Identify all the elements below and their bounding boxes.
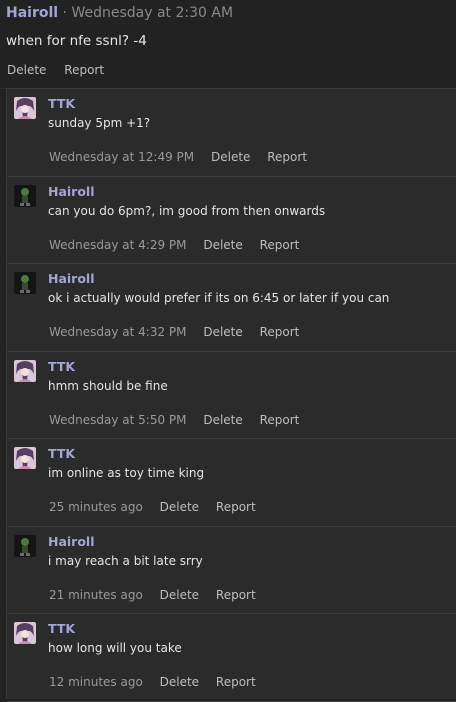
post-body: when for nfe ssnl? -4 — [6, 33, 147, 49]
comment-meta: Wednesday at 5:50 PM Delete Report — [49, 413, 299, 427]
comment-author[interactable]: Hairoll — [48, 534, 95, 549]
comment-text: ok i actually would prefer if its on 6:4… — [48, 291, 390, 305]
comment-list: TTK sunday 5pm +1? Wednesday at 12:49 PM… — [6, 88, 456, 702]
comment-delete-button[interactable]: Delete — [160, 675, 199, 689]
comment-text: sunday 5pm +1? — [48, 116, 151, 130]
comment-delete-button[interactable]: Delete — [211, 150, 250, 164]
comment-item: Hairoll i may reach a bit late srry 21 m… — [7, 527, 456, 614]
post-header: Hairoll · Wednesday at 2:30 AM — [6, 5, 233, 21]
comment-author[interactable]: TTK — [48, 359, 75, 374]
avatar-hairoll[interactable] — [14, 534, 36, 557]
comment-meta: Wednesday at 12:49 PM Delete Report — [49, 150, 307, 164]
comment-report-button[interactable]: Report — [260, 238, 300, 252]
comment-author[interactable]: TTK — [48, 446, 75, 461]
comment-author[interactable]: TTK — [48, 96, 75, 111]
comment-text: i may reach a bit late srry — [48, 553, 203, 568]
comment-report-button[interactable]: Report — [260, 325, 300, 339]
comment-item: TTK im online as toy time king 25 minute… — [7, 439, 456, 527]
post-actions: Delete Report — [7, 63, 118, 77]
comment-meta: Wednesday at 4:29 PM Delete Report — [49, 238, 299, 252]
comment-meta: 25 minutes ago Delete Report — [49, 500, 256, 514]
avatar-ttk[interactable] — [14, 447, 36, 469]
comment-report-button[interactable]: Report — [260, 413, 300, 427]
avatar-hairoll[interactable] — [14, 272, 36, 294]
avatar-ttk[interactable] — [14, 359, 36, 382]
comment-meta: 21 minutes ago Delete Report — [49, 588, 256, 602]
comment-delete-button[interactable]: Delete — [203, 238, 242, 252]
post-delete-button[interactable]: Delete — [7, 63, 46, 77]
comment-author[interactable]: TTK — [48, 621, 75, 636]
comment-author[interactable]: Hairoll — [48, 271, 95, 286]
avatar-ttk[interactable] — [14, 622, 36, 644]
comment-item: TTK sunday 5pm +1? Wednesday at 12:49 PM… — [7, 89, 456, 177]
post-author[interactable]: Hairoll — [6, 5, 58, 21]
comment-meta: Wednesday at 4:32 PM Delete Report — [49, 325, 299, 339]
comment-text: hmm should be fine — [48, 378, 168, 393]
comment-item: TTK how long will you take 12 minutes ag… — [7, 614, 456, 702]
post-report-button[interactable]: Report — [64, 63, 104, 77]
comment-time[interactable]: Wednesday at 4:29 PM — [49, 238, 187, 252]
comment-text: how long will you take — [48, 641, 182, 655]
main-post: Hairoll · Wednesday at 2:30 AM when for … — [0, 0, 456, 89]
comment-report-button[interactable]: Report — [216, 675, 256, 689]
comment-item: Hairoll ok i actually would prefer if it… — [7, 264, 456, 352]
post-separator: · — [62, 5, 67, 21]
comment-delete-button[interactable]: Delete — [203, 413, 242, 427]
comment-report-button[interactable]: Report — [267, 150, 307, 164]
comment-time[interactable]: Wednesday at 4:32 PM — [49, 325, 187, 339]
comment-delete-button[interactable]: Delete — [203, 325, 242, 339]
comment-report-button[interactable]: Report — [216, 588, 256, 602]
avatar-hairoll[interactable] — [14, 184, 36, 207]
comment-text: im online as toy time king — [48, 466, 205, 480]
comment-delete-button[interactable]: Delete — [160, 500, 199, 514]
comment-time[interactable]: Wednesday at 12:49 PM — [49, 150, 194, 164]
comment-delete-button[interactable]: Delete — [160, 588, 199, 602]
comment-time[interactable]: 12 minutes ago — [49, 675, 143, 689]
comment-meta: 12 minutes ago Delete Report — [49, 675, 256, 689]
comment-item: Hairoll can you do 6pm?, im good from th… — [7, 177, 456, 264]
comment-report-button[interactable]: Report — [216, 500, 256, 514]
post-time[interactable]: Wednesday at 2:30 AM — [71, 5, 233, 21]
comment-time[interactable]: Wednesday at 5:50 PM — [49, 413, 187, 427]
comment-author[interactable]: Hairoll — [48, 184, 95, 199]
comment-time[interactable]: 25 minutes ago — [49, 500, 143, 514]
comment-text: can you do 6pm?, im good from then onwar… — [48, 203, 326, 218]
comment-time[interactable]: 21 minutes ago — [49, 588, 143, 602]
comment-item: TTK hmm should be fine Wednesday at 5:50… — [7, 352, 456, 439]
avatar-ttk[interactable] — [14, 97, 36, 119]
